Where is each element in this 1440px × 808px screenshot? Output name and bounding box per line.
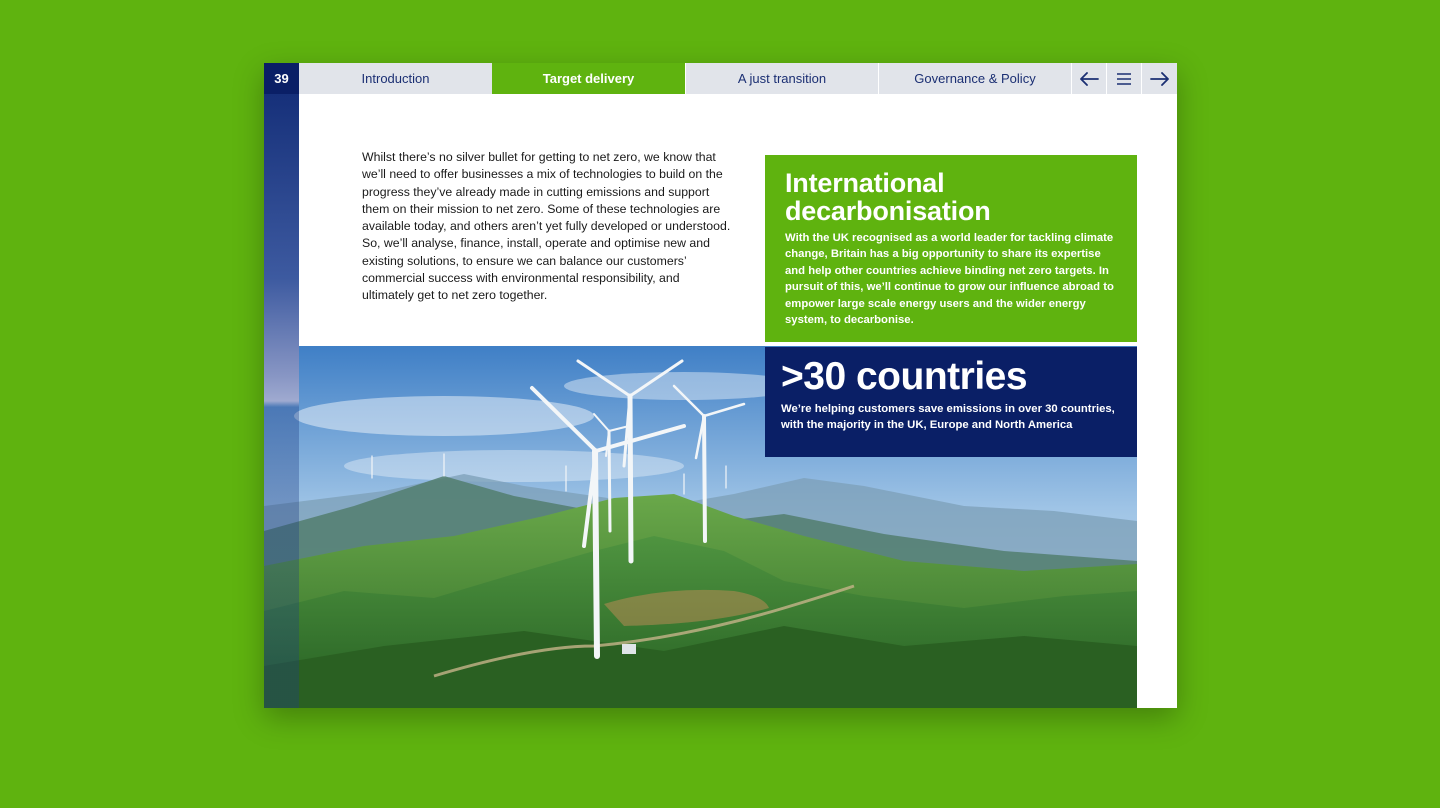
- intro-body-text: Whilst there’s no silver bullet for gett…: [362, 150, 731, 303]
- hamburger-menu-icon: [1117, 72, 1131, 85]
- stat-value: >30 countries: [781, 355, 1028, 398]
- tab-target-delivery[interactable]: Target delivery: [492, 63, 685, 94]
- countries-stat-callout: >30 countries We’re helping customers sa…: [765, 347, 1137, 457]
- tab-governance-policy[interactable]: Governance & Policy: [878, 63, 1071, 94]
- previous-page-button[interactable]: [1071, 63, 1106, 94]
- next-page-button[interactable]: [1141, 63, 1177, 94]
- page-number: 39: [264, 63, 299, 94]
- tab-a-just-transition[interactable]: A just transition: [685, 63, 878, 94]
- tab-introduction[interactable]: Introduction: [299, 63, 492, 94]
- decorative-side-strip: [264, 94, 299, 708]
- arrow-right-icon: [1149, 71, 1169, 86]
- callout-body-text: With the UK recognised as a world leader…: [785, 232, 1114, 327]
- top-navigation-bar: 39 Introduction Target delivery A just t…: [264, 63, 1177, 94]
- menu-button[interactable]: [1106, 63, 1141, 94]
- stat-description: We’re helping customers save emissions i…: [781, 403, 1115, 432]
- report-page: 39 Introduction Target delivery A just t…: [264, 63, 1177, 708]
- international-decarbonisation-callout: International decarbonisation With the U…: [765, 155, 1137, 342]
- arrow-left-icon: [1080, 71, 1099, 86]
- callout-heading: International decarbonisation: [785, 168, 991, 226]
